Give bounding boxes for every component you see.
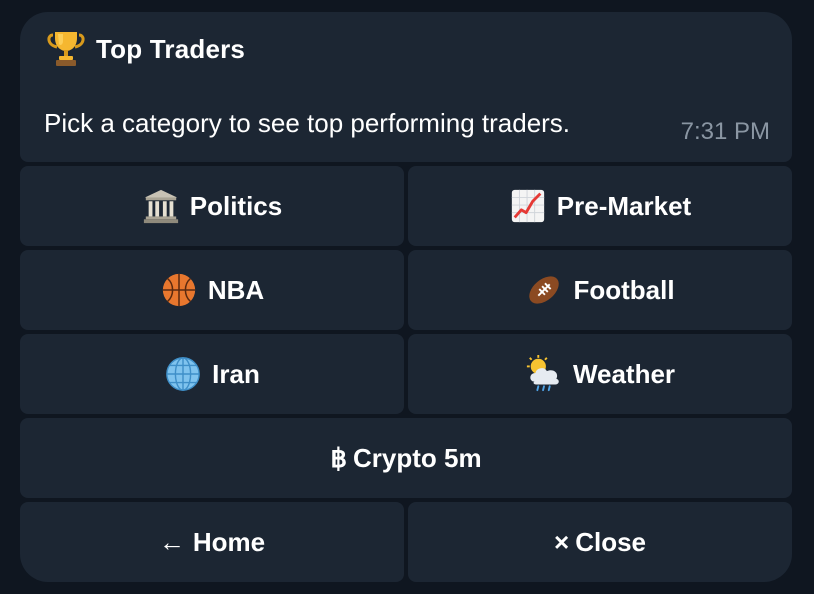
close-icon: × xyxy=(554,526,570,557)
iran-button[interactable]: Iran xyxy=(20,334,404,414)
close-label: Close xyxy=(575,526,646,557)
basketball-icon xyxy=(162,273,195,307)
message-bubble: Top Traders Pick a category to see top p… xyxy=(20,12,792,162)
crypto-5m-button[interactable]: ฿ Crypto 5m xyxy=(20,418,792,498)
nba-label: NBA xyxy=(207,274,265,305)
iran-label: Iran xyxy=(212,358,260,389)
politics-button[interactable]: Politics xyxy=(20,166,404,246)
football-button[interactable]: Football xyxy=(408,250,792,330)
classical-building-icon xyxy=(143,189,178,224)
chart-increasing-icon xyxy=(511,189,544,223)
pre-market-button[interactable]: Pre-Market xyxy=(408,166,792,246)
close-button[interactable]: × Close xyxy=(408,502,792,582)
home-button[interactable]: ← Home xyxy=(20,502,404,582)
globe-icon xyxy=(166,357,201,391)
arrow-left-icon: ← xyxy=(158,526,185,557)
message-timestamp: 7:31 PM xyxy=(680,118,770,145)
trophy-icon xyxy=(47,32,85,66)
football-label: Football xyxy=(573,274,675,305)
pre-market-label: Pre-Market xyxy=(556,190,692,221)
weather-label: Weather xyxy=(572,358,676,389)
message-title: Top Traders xyxy=(96,33,246,64)
message-header: Top Traders xyxy=(46,29,245,69)
sun-behind-rain-cloud-icon xyxy=(526,355,559,392)
politics-label: Politics xyxy=(189,190,283,221)
crypto-5m-label: Crypto 5m xyxy=(352,442,482,473)
bitcoin-icon: ฿ xyxy=(330,442,347,473)
message-body: Pick a category to see top performing tr… xyxy=(44,108,571,138)
american-football-icon xyxy=(529,276,560,304)
home-label: Home xyxy=(192,526,266,557)
weather-button[interactable]: Weather xyxy=(408,334,792,414)
nba-button[interactable]: NBA xyxy=(20,250,404,330)
